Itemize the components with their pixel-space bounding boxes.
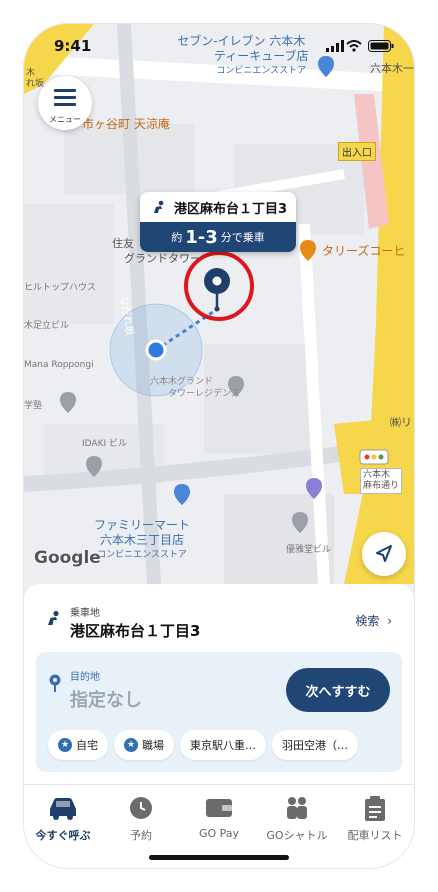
- home-indicator: [149, 855, 289, 860]
- menu-button[interactable]: メニュー: [38, 76, 92, 130]
- poi-familymart-line1: ファミリーマート: [94, 518, 191, 532]
- map-label-adachi: 木足立ビル: [24, 321, 70, 331]
- poi-tullys[interactable]: タリーズコーヒ: [322, 242, 405, 259]
- map-label-gakujuku: 学塾: [24, 401, 43, 411]
- pickup-label: 乗車地: [70, 608, 100, 619]
- pickup-search-link[interactable]: 検索 ›: [355, 612, 392, 629]
- tab-go-shuttle-label: GOシャトル: [266, 829, 328, 842]
- poi-sumitomo-line2: グランドタワー: [124, 252, 201, 265]
- chevron-right-icon: ›: [387, 614, 392, 628]
- tab-call-now-label: 今すぐ呼ぶ: [35, 829, 91, 842]
- recent-tokyo-station-chip[interactable]: 東京駅八重…: [180, 730, 266, 760]
- wallet-icon: [206, 799, 232, 817]
- navigation-arrow-icon: [376, 545, 392, 562]
- tab-dispatch-list[interactable]: 配車リスト: [336, 785, 414, 849]
- pickup-popup-address: 港区麻布台１丁目3: [174, 201, 288, 217]
- poi-familymart-line2: 六本木三丁目店: [100, 533, 185, 547]
- map-label-idaki: IDAKI ビル: [82, 439, 128, 449]
- pickup-person-icon: [154, 200, 164, 213]
- car-icon: [50, 798, 76, 820]
- pickup-person-icon: [48, 610, 59, 625]
- map-label-yuseido: 優雅堂ビル: [286, 545, 332, 555]
- status-bar: 9:41: [24, 24, 414, 68]
- tab-dispatch-list-label: 配車リスト: [347, 829, 403, 842]
- map-label-roppongi-dori-1: 六本木: [363, 470, 391, 480]
- poi-familymart-line3: コンビニエンスストア: [97, 550, 187, 560]
- shortcut-home-chip[interactable]: ★ 自宅: [48, 730, 108, 760]
- destination-label: 目的地: [70, 672, 100, 683]
- booking-sheet: 乗車地 港区麻布台１丁目3 検索 › 目的地 指定なし 次へすすむ ★ 自宅 ★…: [24, 584, 414, 868]
- map-label-kabu: ㈱リ: [390, 416, 412, 429]
- google-logo: Google: [34, 548, 101, 568]
- pickup-popup-header: 港区麻布台１丁目3: [140, 192, 296, 222]
- pickup-address: 港区麻布台１丁目3: [70, 622, 201, 640]
- map-view[interactable]: セブン-イレブン 六本木 ティーキューブ店 コンビニエンスストア 六本木一 木 …: [24, 24, 414, 584]
- shortcut-work-chip[interactable]: ★ 職場: [114, 730, 174, 760]
- destination-pin-icon: [49, 674, 61, 692]
- battery-icon: [368, 40, 394, 52]
- clipboard-icon: [365, 796, 385, 821]
- clock-icon: [130, 797, 152, 819]
- star-icon: ★: [58, 738, 72, 752]
- hamburger-icon: [54, 89, 76, 110]
- tab-bar: 今すぐ呼ぶ 予約 GO Pay GOシャトル 配車リスト: [24, 784, 414, 849]
- tab-go-shuttle[interactable]: GOシャトル: [258, 785, 336, 849]
- tab-reserve-label: 予約: [130, 829, 152, 842]
- tab-call-now[interactable]: 今すぐ呼ぶ: [24, 785, 102, 849]
- search-label: 検索: [355, 614, 380, 628]
- tab-go-pay[interactable]: GO Pay: [180, 785, 258, 849]
- destination-shortcuts: ★ 自宅 ★ 職場 東京駅八重… 羽田空港（…: [48, 730, 364, 760]
- destination-input[interactable]: 指定なし: [70, 686, 142, 712]
- map-label-roppongi-grand-2: タワーレジデンス: [168, 389, 240, 399]
- map-label-hilltop: ヒルトップハウス: [24, 283, 97, 293]
- eta-value: 1-3: [185, 226, 218, 248]
- next-button[interactable]: 次へすすむ: [286, 668, 390, 712]
- poi-familymart[interactable]: ファミリーマート 六本木三丁目店 コンビニエンスストア: [94, 518, 190, 563]
- eta-suffix: 分で乗車: [220, 231, 265, 244]
- phone-screen: セブン-イレブン 六本木 ティーキューブ店 コンビニエンスストア 六本木一 木 …: [24, 24, 414, 868]
- map-label-roppongi-dori-2: 麻布通り: [363, 481, 400, 491]
- pickup-eta-popup[interactable]: 港区麻布台１丁目3 約 1-3 分で乗車: [140, 192, 296, 252]
- shortcut-home-label: 自宅: [76, 739, 98, 752]
- map-label-roppongi-dori: 六本木 麻布通り: [360, 468, 403, 494]
- shortcut-work-label: 職場: [142, 739, 164, 752]
- eta-prefix: 約: [171, 231, 183, 244]
- recent-tokyo-station-label: 東京駅八重…: [190, 739, 256, 752]
- poi-tenryuan[interactable]: 市ヶ谷町 天涼庵: [82, 115, 170, 132]
- map-label-top-left: 木 れ坂: [26, 68, 44, 90]
- shuttle-people-icon: [287, 797, 307, 819]
- star-icon: ★: [124, 738, 138, 752]
- map-label-roppongi-grand: 六本木グランド タワーレジデンス: [150, 376, 240, 400]
- map-label-entrance: 出入口: [338, 142, 376, 161]
- tab-go-pay-label: GO Pay: [198, 827, 240, 840]
- map-label-mana: Mana Roppongi: [24, 360, 94, 370]
- wifi-icon: [346, 40, 362, 52]
- tab-reserve[interactable]: 予約: [102, 785, 180, 849]
- destination-panel: 目的地 指定なし 次へすすむ ★ 自宅 ★ 職場 東京駅八重… 羽田空港（…: [36, 652, 402, 772]
- menu-label: メニュー: [49, 115, 81, 124]
- cellular-signal-icon: [326, 40, 344, 52]
- status-time: 9:41: [54, 37, 92, 55]
- pickup-popup-eta: 約 1-3 分で乗車: [140, 222, 296, 252]
- recent-haneda-label: 羽田空港（…: [282, 739, 348, 752]
- recent-haneda-chip[interactable]: 羽田空港（…: [272, 730, 358, 760]
- map-label-top-left-1: 木: [26, 68, 36, 78]
- current-location-button[interactable]: [362, 532, 406, 576]
- pickup-row[interactable]: 乗車地 港区麻布台１丁目3 検索 ›: [46, 604, 394, 644]
- map-label-roppongi-grand-1: 六本木グランド: [150, 377, 214, 387]
